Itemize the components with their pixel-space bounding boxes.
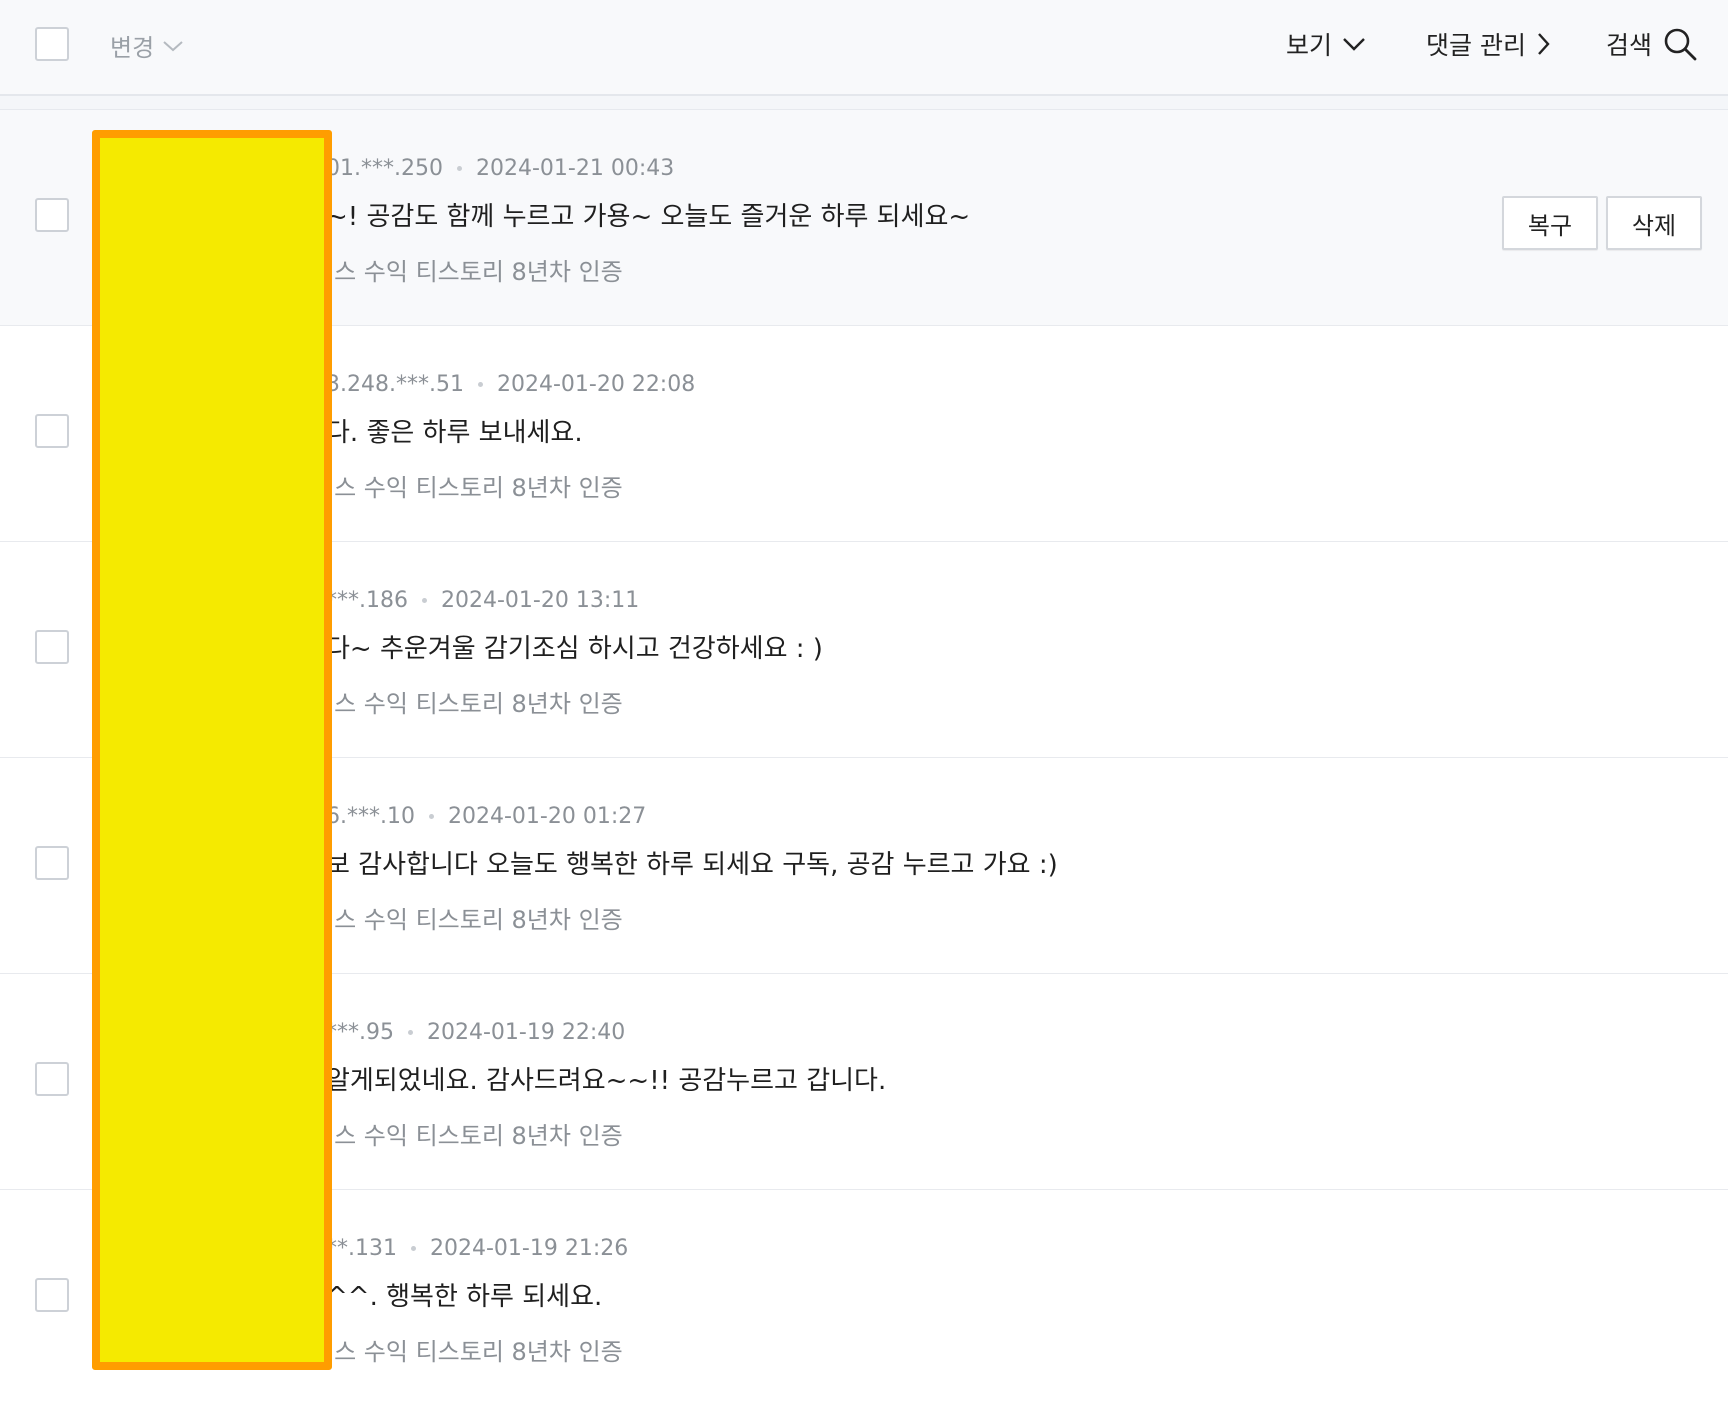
select-all-checkbox[interactable] (35, 27, 69, 61)
comment-meta: 3.248.***.51 2024-01-20 22:08 (326, 372, 695, 397)
search-icon (1664, 28, 1697, 61)
comment-date: 2024-01-19 21:26 (429, 1236, 629, 1261)
meta-separator-dot (408, 1030, 413, 1035)
comment-ip: **.131 (326, 1236, 397, 1261)
row-checkbox[interactable] (35, 198, 69, 232)
comment-date: 2024-01-21 00:43 (475, 156, 675, 181)
meta-separator-dot (428, 814, 434, 819)
comment-source-post[interactable]: |스 수익 티스토리 8년차 인증 (326, 468, 623, 503)
comment-source-post[interactable]: |스 수익 티스토리 8년차 인증 (326, 1332, 623, 1367)
comment-meta: 6.***.10 2024-01-20 01:27 (326, 804, 646, 829)
comment-source-post[interactable]: |스 수익 티스토리 8년차 인증 (326, 684, 623, 719)
view-label: 보기 (1286, 31, 1333, 60)
row-checkbox[interactable] (35, 1062, 69, 1096)
row-checkbox[interactable] (35, 846, 69, 880)
comment-text: 보 감사합니다 오늘도 행복한 하루 되세요 구독, 공감 누르고 가요 :) (326, 850, 1058, 880)
redaction-highlight (92, 130, 332, 1370)
chevron-right-icon (1538, 33, 1550, 55)
comment-source-post[interactable]: |스 수익 티스토리 8년차 인증 (326, 1116, 623, 1151)
comment-text: 다~ 추운겨울 감기조심 하시고 건강하세요 : ) (326, 634, 823, 664)
toolbar-divider (0, 96, 1728, 110)
comment-meta: 01.***.250 2024-01-21 00:43 (326, 156, 674, 181)
comment-ip: ***.186 (326, 588, 408, 613)
comment-manage-label: 댓글 관리 (1426, 31, 1526, 60)
comment-meta: **.131 2024-01-19 21:26 (326, 1236, 628, 1261)
comment-date: 2024-01-20 22:08 (496, 372, 696, 397)
meta-separator-dot (456, 166, 462, 171)
comment-manage-link[interactable]: 댓글 관리 (1426, 26, 1550, 62)
comment-source-post[interactable]: |스 수익 티스토리 8년차 인증 (326, 900, 623, 935)
search-label: 검색 (1606, 31, 1653, 60)
change-dropdown[interactable]: 변경 (110, 28, 184, 63)
comment-ip: 6.***.10 (326, 804, 415, 829)
meta-separator-dot (421, 598, 427, 603)
chevron-down-icon (1343, 38, 1365, 51)
comment-text: ^^. 행복한 하루 되세요. (326, 1282, 603, 1312)
comment-ip: 3.248.***.51 (326, 372, 464, 397)
comment-ip: ***.95 (326, 1020, 394, 1045)
comment-text: 알게되었네요. 감사드려요~~!! 공감누르고 갑니다. (326, 1066, 887, 1096)
meta-separator-dot (410, 1246, 416, 1251)
search-button[interactable]: 검색 (1606, 26, 1698, 62)
comment-source-post[interactable]: |스 수익 티스토리 8년차 인증 (326, 252, 623, 287)
restore-button[interactable]: 복구 (1502, 196, 1598, 250)
comment-text: ~! 공감도 함께 누르고 가용~ 오늘도 즐거운 하루 되세요~ (326, 202, 971, 232)
comment-date: 2024-01-20 01:27 (447, 804, 647, 829)
comment-date: 2024-01-19 22:40 (427, 1020, 626, 1045)
comment-date: 2024-01-20 13:11 (440, 588, 640, 613)
row-checkbox[interactable] (35, 1278, 69, 1312)
row-checkbox[interactable] (35, 630, 69, 664)
comment-ip: 01.***.250 (326, 156, 443, 181)
comment-meta: ***.95 2024-01-19 22:40 (326, 1020, 625, 1045)
chevron-down-icon (163, 40, 183, 51)
change-label: 변경 (110, 34, 155, 62)
view-dropdown[interactable]: 보기 (1286, 26, 1366, 62)
comment-text: 다. 좋은 하루 보내세요. (326, 418, 583, 448)
delete-button[interactable]: 삭제 (1606, 196, 1702, 250)
row-checkbox[interactable] (35, 414, 69, 448)
comment-meta: ***.186 2024-01-20 13:11 (326, 588, 639, 613)
meta-separator-dot (477, 382, 483, 387)
comment-toolbar: 변경 보기 댓글 관리 검색 (0, 0, 1728, 96)
